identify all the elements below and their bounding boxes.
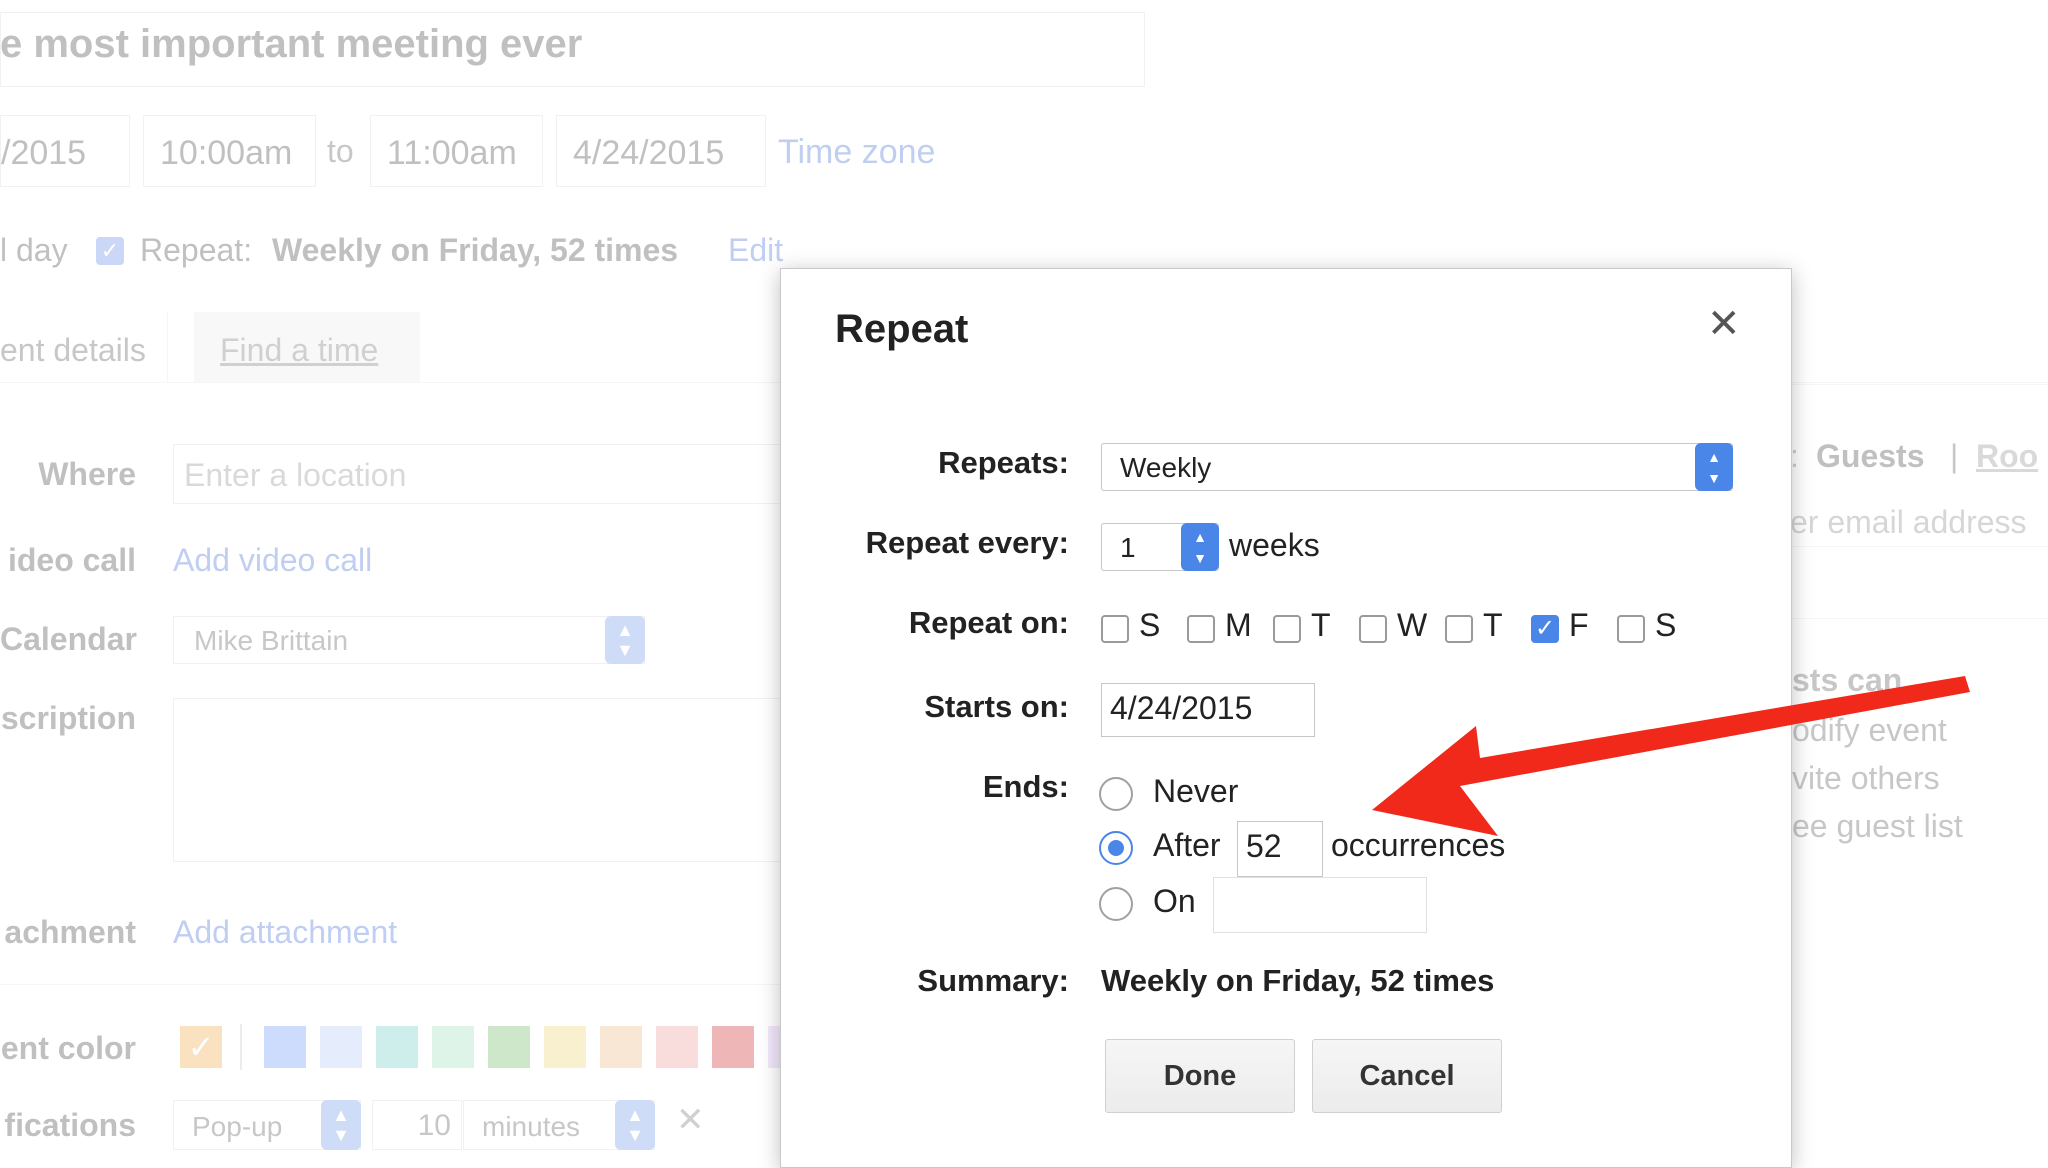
annotation-arrow-icon — [1372, 676, 1970, 836]
